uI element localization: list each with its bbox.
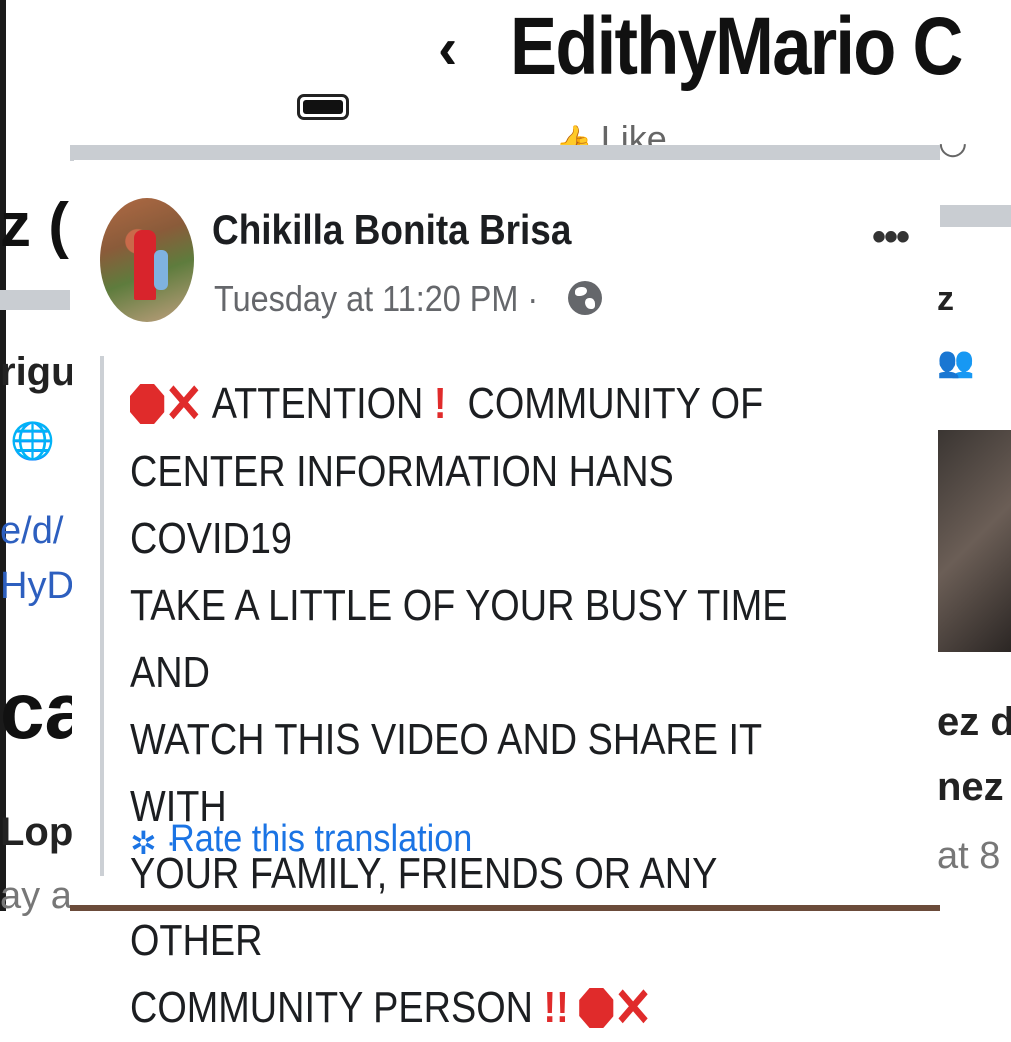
double-exclamation-icon: !! xyxy=(543,983,569,1032)
rate-translation-link[interactable]: Rate this translation xyxy=(170,818,472,861)
back-button[interactable]: ‹ xyxy=(438,15,457,82)
right-truncated-line-1: ez d xyxy=(937,700,1011,744)
right-truncated-time: at 8 xyxy=(937,835,1001,877)
post-text-community-of: COMMUNITY OF xyxy=(467,379,764,428)
left-link-line-2[interactable]: HyD xyxy=(0,565,72,608)
globe-icon xyxy=(568,281,602,315)
quote-bar xyxy=(100,356,104,876)
stop-sign-icon xyxy=(130,384,165,424)
red-x-icon: ✕ xyxy=(164,374,204,434)
more-options-button[interactable]: ••• xyxy=(872,215,910,260)
post-text: ✕ ATTENTION ! COMMUNITY OF CENTER INFORM… xyxy=(130,370,818,1042)
left-truncated-name-2: rigu xyxy=(0,350,72,394)
people-icon: 👥 xyxy=(937,346,975,379)
post-timestamp[interactable]: Tuesday at 11:20 PM · xyxy=(214,278,538,320)
left-truncated-heading: ca xyxy=(0,666,72,755)
right-truncated-line-2: nez a xyxy=(937,765,1011,809)
left-globe-icon: 🌐 xyxy=(10,420,55,461)
post-text-line-2: CENTER INFORMATION HANS COVID19 xyxy=(130,447,674,563)
left-truncated-time: ay at xyxy=(0,875,72,917)
stop-sign-icon xyxy=(579,988,614,1028)
post-text-line-6-wrap: COMMUNITY PERSON !! ✕ xyxy=(130,974,818,1042)
right-truncated-name: z xyxy=(937,280,954,318)
section-divider xyxy=(70,145,940,161)
like-label: Like xyxy=(600,118,667,148)
post-text-line-1: ✕ ATTENTION ! COMMUNITY OF xyxy=(130,370,818,438)
left-truncated-name-3: Lop xyxy=(0,810,72,854)
battery-icon xyxy=(297,94,349,120)
like-button[interactable]: 👍 Like xyxy=(555,118,667,148)
comment-icon[interactable]: ◡ xyxy=(938,122,968,162)
left-truncated-name: z ( xyxy=(0,191,69,260)
post-author-name[interactable]: Chikilla Bonita Brisa xyxy=(212,206,571,254)
page-title: EdithyMario C xyxy=(510,1,963,92)
avatar[interactable] xyxy=(100,198,194,322)
exclamation-icon: ! xyxy=(433,379,447,428)
gear-icon[interactable]: ✲ xyxy=(130,824,157,862)
red-x-icon: ✕ xyxy=(613,978,653,1038)
left-link-line-1[interactable]: e/d/ xyxy=(0,510,72,553)
left-divider xyxy=(0,290,70,310)
post-text-line-6: COMMUNITY PERSON xyxy=(130,983,533,1032)
right-divider xyxy=(940,205,1011,227)
right-photo[interactable] xyxy=(937,430,1011,652)
post-text-line-3: TAKE A LITTLE OF YOUR BUSY TIME AND xyxy=(130,581,788,697)
post-text-attention: ATTENTION xyxy=(211,379,424,428)
